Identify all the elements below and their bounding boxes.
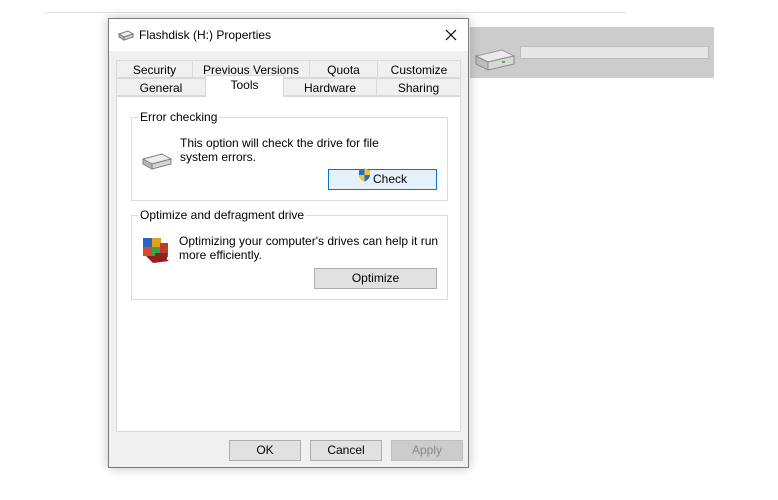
tools-panel: Error checking This option will check th… [116,96,461,432]
optimize-description-line1: Optimizing your computer's drives can he… [179,234,439,248]
close-icon [445,29,457,41]
check-button-label: Check [372,172,407,186]
drive-icon [141,151,173,174]
background-capacity-bar [520,46,709,59]
tab-tools[interactable]: Tools [205,75,284,97]
tab-customize[interactable]: Customize [377,60,461,78]
background-divider [44,12,626,13]
error-checking-description-line2: system errors. [180,150,257,164]
tab-hardware[interactable]: Hardware [283,78,377,96]
drive-icon [117,29,135,44]
cancel-button[interactable]: Cancel [310,440,382,461]
optimize-description-line2: more efficiently. [179,248,262,262]
apply-button[interactable]: Apply [391,440,463,461]
tab-sharing[interactable]: Sharing [376,78,461,96]
dialog-title: Flashdisk (H:) Properties [139,28,272,42]
close-button[interactable] [434,19,468,51]
tab-general[interactable]: General [116,78,206,96]
tab-security[interactable]: Security [116,60,193,78]
tab-quota[interactable]: Quota [309,60,378,78]
error-checking-title: Error checking [138,110,220,124]
optimize-group: Optimize and defragment drive Optimizing… [131,208,448,300]
properties-dialog: Flashdisk (H:) Properties Security Previ… [108,18,469,468]
background-drive-icon [472,42,516,77]
ok-button[interactable]: OK [229,440,301,461]
check-button[interactable]: Check [328,168,437,190]
optimize-title: Optimize and defragment drive [138,208,307,222]
defrag-icon [140,233,172,268]
title-bar[interactable]: Flashdisk (H:) Properties [109,19,468,51]
error-checking-description-line1: This option will check the drive for fil… [180,136,379,150]
error-checking-group: Error checking This option will check th… [131,110,448,201]
uac-shield-icon [358,168,371,188]
optimize-button[interactable]: Optimize [314,268,437,289]
